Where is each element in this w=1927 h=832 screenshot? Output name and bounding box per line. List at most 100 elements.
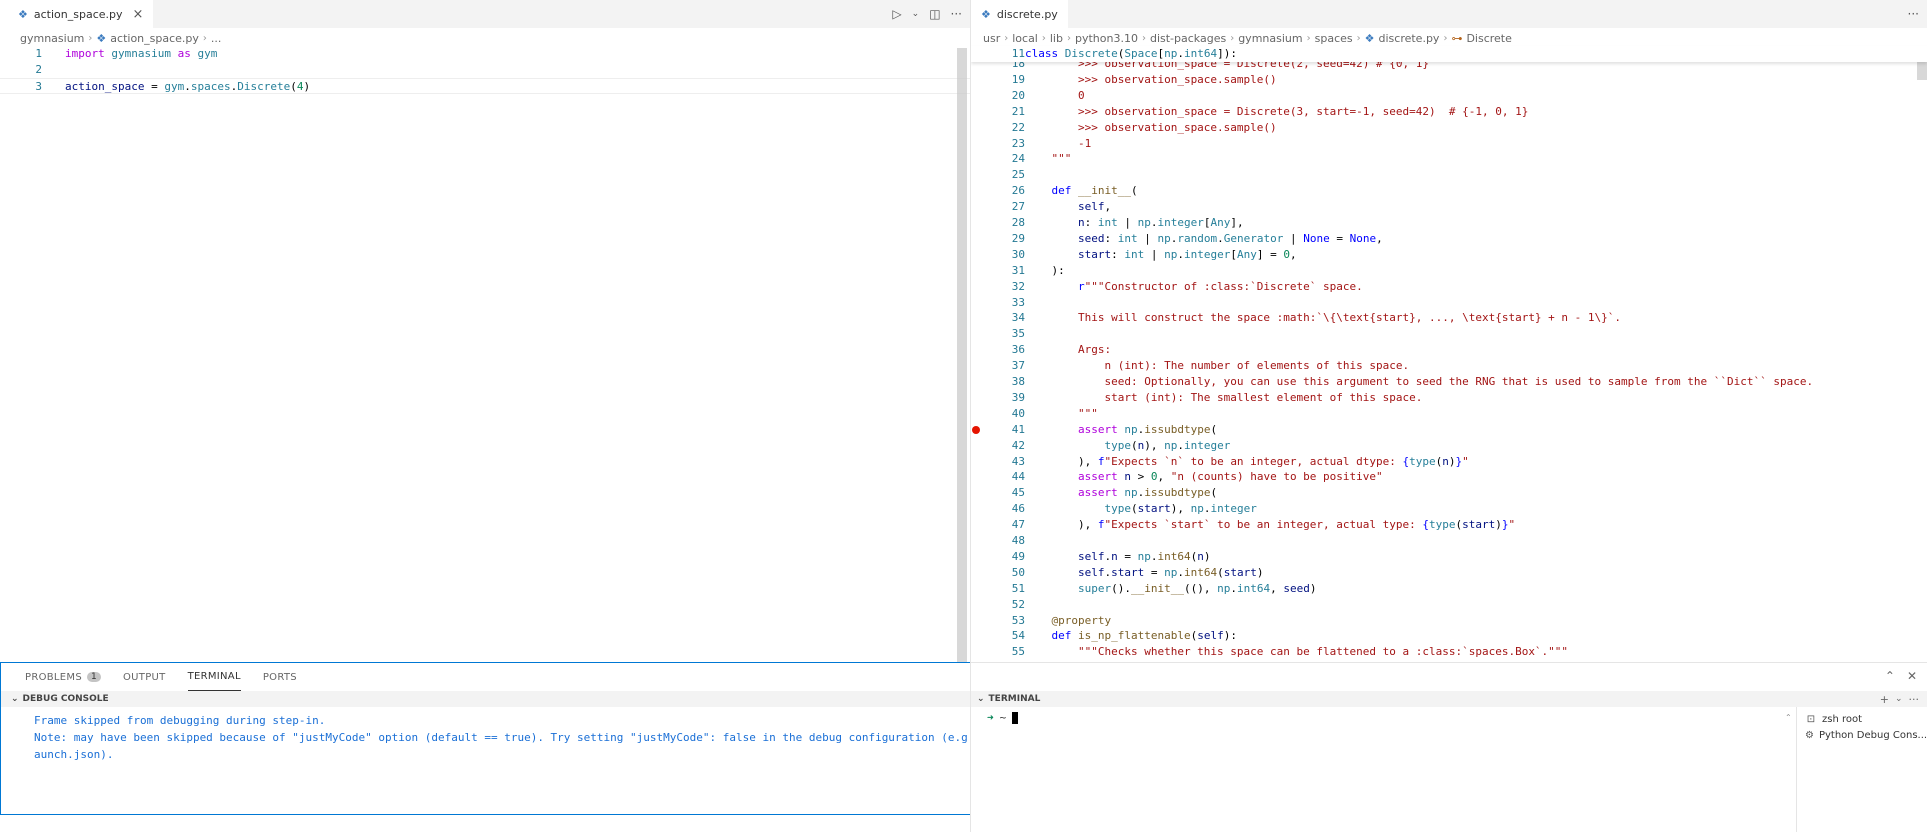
tab-label: OUTPUT <box>123 671 166 683</box>
breadcrumb-item[interactable]: local <box>1012 32 1038 45</box>
run-icon[interactable]: ▷ <box>892 7 901 21</box>
vertical-scrollbar[interactable] <box>957 48 967 662</box>
code-line[interactable]: 28 n: int | np.integer[Any], <box>971 215 1927 231</box>
terminal-actions: + ⌄ ··· <box>1880 691 1919 707</box>
code-line[interactable]: 24 """ <box>971 151 1927 167</box>
code-line[interactable]: 36 Args: <box>971 342 1927 358</box>
terminal-prompt[interactable]: ➜ ~ <box>987 711 1019 724</box>
code-line[interactable]: 38 seed: Optionally, you can use this ar… <box>971 374 1927 390</box>
code-line[interactable]: 23 -1 <box>971 136 1927 152</box>
code-line[interactable]: 39 start (int): The smallest element of … <box>971 390 1927 406</box>
code-line[interactable]: 41 assert np.issubdtype( <box>971 422 1927 438</box>
code-line[interactable]: 3 action_space = gym.spaces.Discrete(4) <box>0 78 970 94</box>
code-line[interactable]: 27 self, <box>971 199 1927 215</box>
code-line[interactable]: 26 def __init__( <box>971 183 1927 199</box>
prompt-arrow: ➜ <box>987 711 994 724</box>
code-line[interactable]: 29 seed: int | np.random.Generator | Non… <box>971 231 1927 247</box>
code-line[interactable]: 40 """ <box>971 406 1927 422</box>
code-line[interactable]: 34 This will construct the space :math:`… <box>971 310 1927 326</box>
tab-discrete[interactable]: ❖ discrete.py <box>971 0 1069 28</box>
code-editor[interactable]: 1 import gymnasium as gym 2 3 action_space =… <box>0 46 970 662</box>
panel-actions: ⌃ ✕ <box>1885 669 1917 683</box>
breadcrumb-item[interactable]: gymnasium <box>1238 32 1302 45</box>
tab-output[interactable]: OUTPUT <box>123 663 166 691</box>
code-line[interactable]: 55 """Checks whether this space can be f… <box>971 644 1927 660</box>
code-text: @property <box>1051 613 1112 627</box>
code-line[interactable]: 19 >>> observation_space.sample() <box>971 72 1927 88</box>
tab-problems[interactable]: PROBLEMS 1 <box>25 663 102 691</box>
chevron-down-icon[interactable]: ⌄ <box>912 9 920 19</box>
breadcrumb-item[interactable]: spaces <box>1315 32 1353 45</box>
tab-action-space[interactable]: ❖ action_space.py × <box>0 0 155 28</box>
code-line[interactable]: 2 <box>0 62 970 78</box>
code-line[interactable]: 31 ): <box>971 263 1927 279</box>
maximize-panel-icon[interactable]: ⌃ <box>1885 669 1895 683</box>
code-line[interactable]: 50 self.start = np.int64(start) <box>971 565 1927 581</box>
console-output[interactable]: Frame skipped from debugging during step… <box>1 707 994 763</box>
code-line[interactable]: 32 r"""Constructor of :class:`Discrete` … <box>971 279 1927 295</box>
code-line[interactable]: 42 type(n), np.integer <box>971 438 1927 454</box>
tab-label: PORTS <box>262 671 297 683</box>
more-actions-icon[interactable]: ··· <box>1909 693 1920 706</box>
tab-terminal[interactable]: TERMINAL <box>187 663 241 691</box>
close-icon[interactable]: × <box>133 7 144 22</box>
breadcrumb-item[interactable]: action_space.py <box>110 32 199 45</box>
line-number: 31 <box>1011 263 1025 277</box>
code-editor[interactable]: 11 class Discrete(Space[np.int64]): 18 >>>… <box>971 46 1927 662</box>
line-number: 26 <box>1011 184 1025 198</box>
code-line[interactable]: 35 <box>971 326 1927 342</box>
code-line[interactable]: 1 import gymnasium as gym <box>0 46 970 62</box>
line-number: 23 <box>1011 136 1025 150</box>
breadcrumb: gymnasium › ❖ action_space.py › ... <box>0 28 970 48</box>
code-text: ), f"Expects `n` to be an integer, actua… <box>1025 454 1469 468</box>
python-file-icon: ❖ <box>1364 31 1375 45</box>
more-actions-icon[interactable]: ··· <box>951 7 962 21</box>
breadcrumb-item[interactable]: dist-packages <box>1150 32 1226 45</box>
terminal-item-zsh[interactable]: ⊡ zsh root <box>1797 711 1927 727</box>
code-line[interactable]: 48 <box>971 533 1927 549</box>
code-line[interactable]: 45 assert np.issubdtype( <box>971 485 1927 501</box>
breakpoint-icon[interactable] <box>972 425 980 434</box>
code-line[interactable]: 44 assert n > 0, "n (counts) have to be … <box>971 469 1927 485</box>
chevron-down-icon: ⌄ <box>11 694 19 704</box>
terminal-item-python-debug[interactable]: ⚙ Python Debug Cons... <box>1797 727 1927 743</box>
code-line[interactable]: 54 def is_np_flattenable(self): <box>971 628 1927 644</box>
breadcrumb-item[interactable]: usr <box>983 32 1000 45</box>
code-line[interactable]: 53 @property <box>971 613 1927 629</box>
code-line[interactable]: 11 class Discrete(Space[np.int64]): <box>971 46 1927 62</box>
debug-console-header[interactable]: ⌄ DEBUG CONSOLE <box>1 691 972 707</box>
line-number: 30 <box>1011 247 1025 261</box>
code-line[interactable]: 43 ), f"Expects `n` to be an integer, ac… <box>971 454 1927 470</box>
breadcrumb-item[interactable]: Discrete <box>1466 32 1511 45</box>
code-text: assert n > 0, "n (counts) have to be pos… <box>1077 470 1383 484</box>
code-line[interactable]: 22 >>> observation_space.sample() <box>971 120 1927 136</box>
chevron-right-icon: › <box>1041 32 1046 44</box>
code-line[interactable]: 49 self.n = np.int64(n) <box>971 549 1927 565</box>
line-number: 45 <box>1011 486 1025 500</box>
breadcrumb-item[interactable]: ... <box>211 32 222 45</box>
code-line[interactable]: 20 0 <box>971 88 1927 104</box>
code-line[interactable]: 25 <box>971 167 1927 183</box>
code-line[interactable]: 30 start: int | np.integer[Any] = 0, <box>971 247 1927 263</box>
code-line[interactable]: 37 n (int): The number of elements of th… <box>971 358 1927 374</box>
code-line[interactable]: 46 type(start), np.integer <box>971 501 1927 517</box>
code-text: action_space = gym.spaces.Discrete(4) <box>65 80 311 93</box>
close-panel-icon[interactable]: ✕ <box>1907 669 1917 683</box>
line-number: 32 <box>1011 279 1025 293</box>
add-terminal-icon[interactable]: + <box>1880 693 1889 706</box>
code-line[interactable]: 21 >>> observation_space = Discrete(3, s… <box>971 104 1927 120</box>
split-editor-icon[interactable]: ◫ <box>929 7 940 21</box>
code-line[interactable]: 47 ), f"Expects `start` to be an integer… <box>971 517 1927 533</box>
code-line[interactable]: 33 <box>971 295 1927 311</box>
code-line[interactable]: 51 super().__init__((), np.int64, seed) <box>971 581 1927 597</box>
code-line[interactable]: 52 <box>971 597 1927 613</box>
more-actions-icon[interactable]: ··· <box>1908 7 1919 21</box>
breadcrumb-item[interactable]: gymnasium <box>20 32 84 45</box>
breadcrumb-item[interactable]: python3.10 <box>1075 32 1138 45</box>
scroll-up-icon[interactable]: ⌃ <box>1785 713 1792 722</box>
chevron-down-icon[interactable]: ⌄ <box>1895 694 1903 704</box>
breadcrumb-item[interactable]: lib <box>1050 32 1063 45</box>
terminal-header[interactable]: ⌄ TERMINAL + ⌄ ··· <box>971 691 1927 707</box>
tab-ports[interactable]: PORTS <box>263 663 297 691</box>
breadcrumb-item[interactable]: discrete.py <box>1379 32 1440 45</box>
